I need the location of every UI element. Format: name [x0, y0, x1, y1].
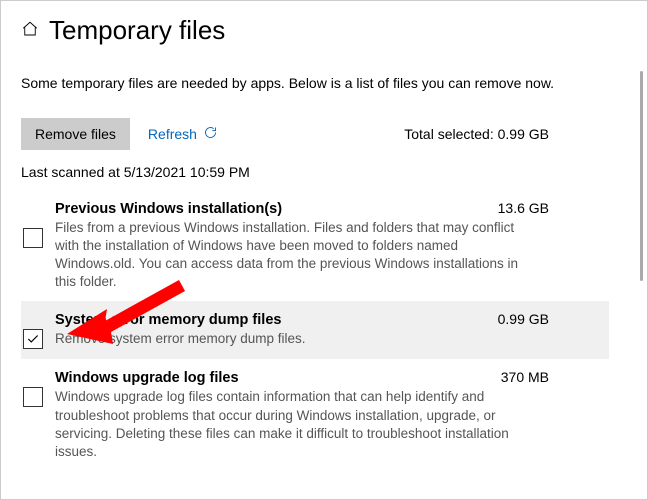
item-desc: Windows upgrade log files contain inform…	[55, 388, 535, 461]
refresh-label: Refresh	[148, 126, 197, 142]
actions-row: Remove files Refresh Total selected: 0.9…	[21, 118, 609, 150]
checkbox[interactable]	[23, 228, 43, 248]
item-title: Previous Windows installation(s)	[55, 201, 498, 217]
list-item[interactable]: System error memory dump files 0.99 GB R…	[21, 301, 609, 359]
checkbox-checked[interactable]	[23, 329, 43, 349]
remove-files-button[interactable]: Remove files	[21, 118, 130, 150]
intro-text: Some temporary files are needed by apps.…	[21, 74, 581, 94]
refresh-button[interactable]: Refresh	[148, 125, 218, 143]
file-list: Previous Windows installation(s) 13.6 GB…	[21, 190, 609, 472]
checkbox[interactable]	[23, 387, 43, 407]
item-size: 0.99 GB	[498, 311, 599, 327]
scrollbar[interactable]	[640, 71, 643, 281]
item-desc: Files from a previous Windows installati…	[55, 219, 535, 292]
title-bar: Temporary files	[21, 15, 609, 46]
list-item[interactable]: Windows upgrade log files 370 MB Windows…	[21, 359, 609, 471]
item-title: System error memory dump files	[55, 312, 498, 328]
total-selected: Total selected: 0.99 GB	[404, 126, 549, 142]
last-scanned: Last scanned at 5/13/2021 10:59 PM	[21, 164, 609, 180]
refresh-icon	[203, 125, 218, 143]
page-title: Temporary files	[49, 15, 225, 46]
list-item[interactable]: Previous Windows installation(s) 13.6 GB…	[21, 190, 609, 302]
item-title: Windows upgrade log files	[55, 370, 501, 386]
item-size: 13.6 GB	[498, 200, 599, 216]
item-size: 370 MB	[501, 369, 599, 385]
item-desc: Remove system error memory dump files.	[55, 330, 535, 348]
home-icon[interactable]	[21, 20, 39, 41]
